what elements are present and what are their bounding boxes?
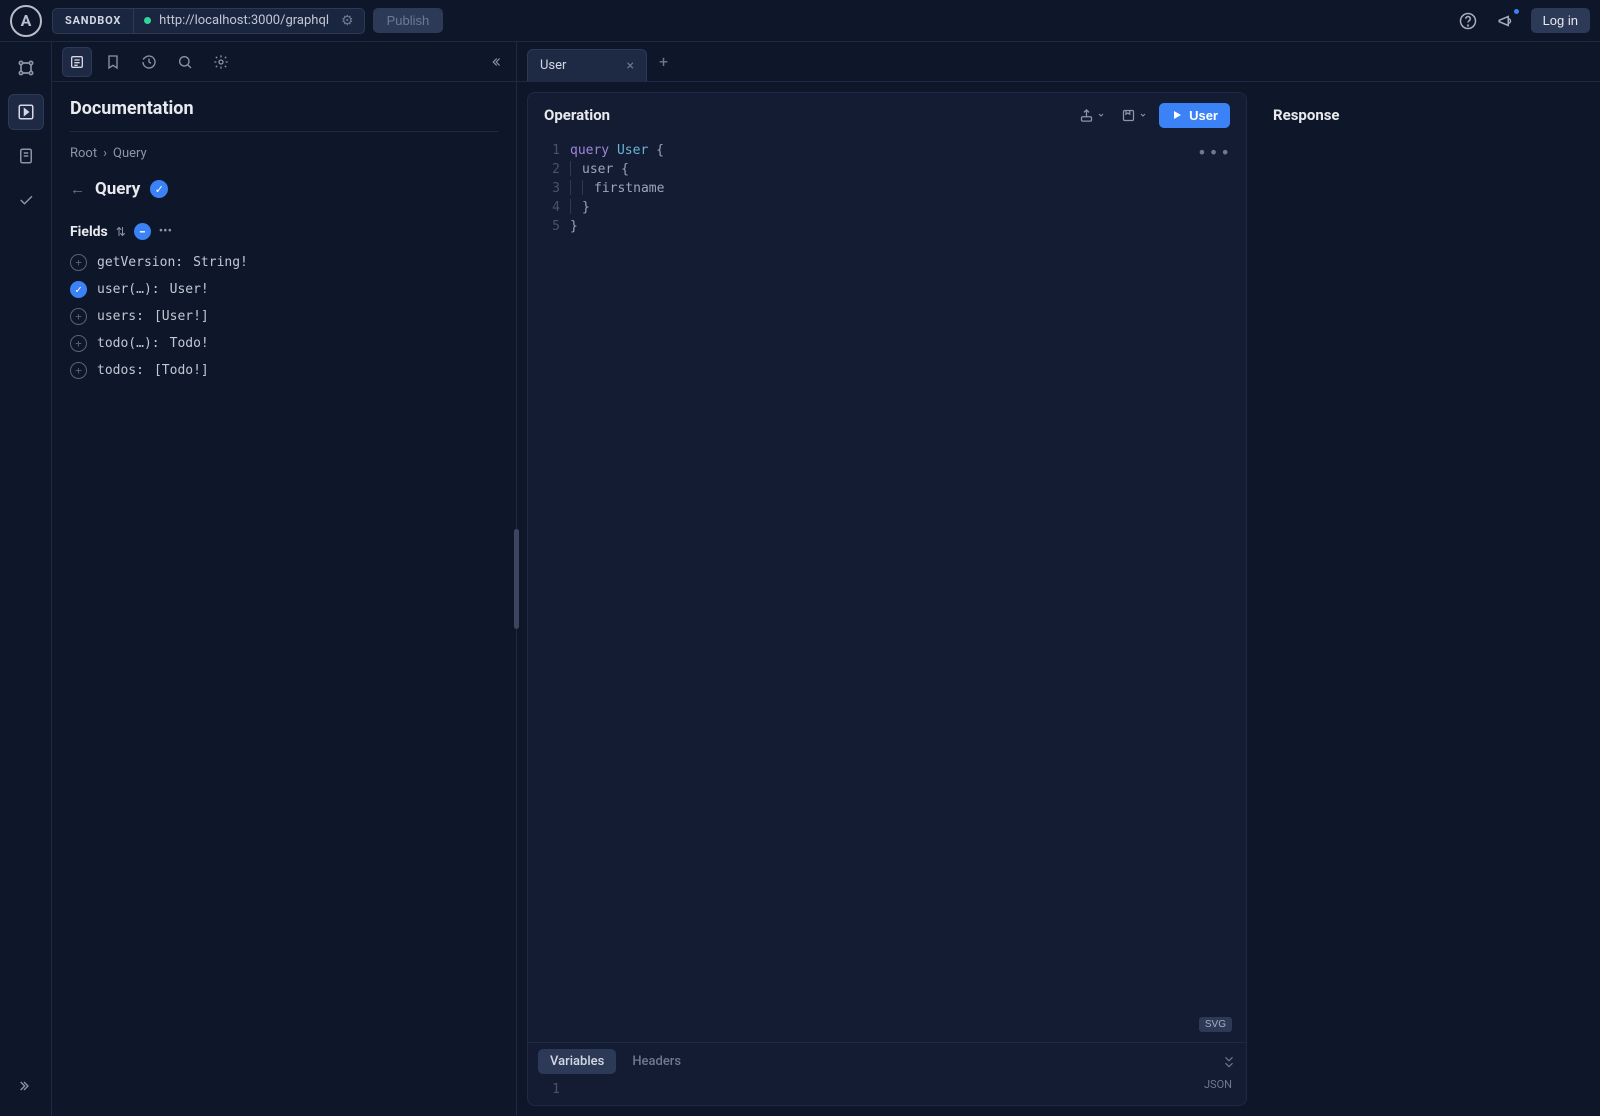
collapse-vars-icon[interactable] xyxy=(1222,1055,1236,1069)
field-row[interactable]: + users: [User!] xyxy=(70,308,498,325)
field-type: User! xyxy=(170,282,209,297)
vars-gutter: 1 xyxy=(528,1082,570,1097)
svg-badge[interactable]: SVG xyxy=(1199,1017,1232,1032)
bookmark-icon[interactable] xyxy=(98,47,128,77)
field-selected-icon[interactable]: ✓ xyxy=(70,281,87,298)
tab-label: User xyxy=(540,58,566,73)
fields-header: Fields xyxy=(70,224,108,240)
more-icon[interactable]: ••• xyxy=(159,224,172,239)
code-editor[interactable]: 1 2 3 4 5 query User { user { firstname … xyxy=(528,137,1246,1042)
field-row[interactable]: ✓ user(…): User! xyxy=(70,281,498,298)
field-type: String! xyxy=(193,255,248,270)
field-row[interactable]: + getVersion: String! xyxy=(70,254,498,271)
back-arrow-icon[interactable]: ← xyxy=(70,180,85,198)
doc-tab-icon[interactable] xyxy=(62,47,92,77)
operation-title: Operation xyxy=(544,106,610,124)
add-field-icon[interactable]: + xyxy=(70,335,87,352)
fields-list: + getVersion: String! ✓ user(…): User! +… xyxy=(70,254,498,379)
breadcrumb-root[interactable]: Root xyxy=(70,146,97,161)
endpoint-text: http://localhost:3000/graphql xyxy=(159,13,329,28)
run-button[interactable]: User xyxy=(1159,103,1230,128)
rail-schema-icon[interactable] xyxy=(8,50,44,86)
breadcrumb: Root › Query xyxy=(70,146,498,161)
rail-checks-icon[interactable] xyxy=(8,182,44,218)
field-type: Todo! xyxy=(170,336,209,351)
field-type: [User!] xyxy=(154,309,209,324)
help-icon[interactable] xyxy=(1455,8,1481,34)
field-name: users: xyxy=(97,309,144,324)
save-collection-icon[interactable] xyxy=(1117,104,1151,127)
sandbox-badge: SANDBOX xyxy=(53,9,134,33)
top-bar: A SANDBOX http://localhost:3000/graphql … xyxy=(0,0,1600,42)
search-icon[interactable] xyxy=(170,47,200,77)
doc-title: Documentation xyxy=(70,98,498,132)
left-rail xyxy=(0,42,52,1116)
schema-section-title: Query xyxy=(95,179,140,199)
main-area: User × + Operation xyxy=(517,42,1600,1116)
add-tab-icon[interactable]: + xyxy=(651,52,676,71)
sandbox-endpoint-pill: SANDBOX http://localhost:3000/graphql ⚙ xyxy=(52,8,365,34)
collapse-all-icon[interactable]: − xyxy=(134,223,151,240)
run-label: User xyxy=(1189,108,1218,123)
endpoint-input[interactable]: http://localhost:3000/graphql ⚙ xyxy=(134,9,363,33)
apollo-logo[interactable]: A xyxy=(10,5,42,37)
field-row[interactable]: + todos: [Todo!] xyxy=(70,362,498,379)
documentation-panel: Documentation Root › Query ← Query ✓ Fie… xyxy=(52,42,517,1116)
field-row[interactable]: + todo(…): Todo! xyxy=(70,335,498,352)
close-icon[interactable]: × xyxy=(627,58,634,74)
response-panel: Response xyxy=(1257,92,1590,1106)
share-icon[interactable] xyxy=(1075,104,1109,127)
sort-icon[interactable]: ⇅ xyxy=(116,225,126,239)
gear-icon[interactable]: ⚙ xyxy=(337,13,354,29)
field-name: getVersion: xyxy=(97,255,183,270)
breadcrumb-current: Query xyxy=(113,146,147,161)
add-field-icon[interactable]: + xyxy=(70,362,87,379)
field-name: user(…): xyxy=(97,282,160,297)
line-gutter: 1 2 3 4 5 xyxy=(528,141,570,1042)
doc-toolbar xyxy=(52,42,516,82)
collapse-panel-icon[interactable] xyxy=(484,51,506,73)
format-label: JSON xyxy=(1204,1078,1232,1091)
variables-editor[interactable]: 1 JSON xyxy=(528,1080,1246,1105)
resize-handle[interactable] xyxy=(514,529,519,629)
field-type: [Todo!] xyxy=(154,363,209,378)
field-name: todo(…): xyxy=(97,336,160,351)
code-content: query User { user { firstname } } xyxy=(570,141,664,1042)
response-title: Response xyxy=(1273,106,1574,124)
add-field-icon[interactable]: + xyxy=(70,308,87,325)
notification-dot-icon xyxy=(1513,8,1520,15)
gear-icon[interactable] xyxy=(206,47,236,77)
rail-expand-icon[interactable] xyxy=(8,1068,44,1104)
variables-section: Variables Headers 1 JSON xyxy=(528,1042,1246,1105)
rail-docs-icon[interactable] xyxy=(8,138,44,174)
publish-button[interactable]: Publish xyxy=(373,8,444,33)
check-badge-icon: ✓ xyxy=(150,180,168,198)
operation-panel: Operation User xyxy=(527,92,1247,1106)
status-online-icon xyxy=(144,17,151,24)
tab-user[interactable]: User × xyxy=(527,49,647,81)
rail-explorer-icon[interactable] xyxy=(8,94,44,130)
tab-variables[interactable]: Variables xyxy=(538,1049,616,1074)
history-icon[interactable] xyxy=(134,47,164,77)
tabs-row: User × + xyxy=(517,42,1600,82)
add-field-icon[interactable]: + xyxy=(70,254,87,271)
field-name: todos: xyxy=(97,363,144,378)
editor-menu-icon[interactable]: ••• xyxy=(1197,143,1232,162)
tab-headers[interactable]: Headers xyxy=(620,1049,693,1074)
chevron-right-icon: › xyxy=(103,146,107,161)
announcement-icon[interactable] xyxy=(1493,8,1519,34)
login-button[interactable]: Log in xyxy=(1531,8,1590,33)
